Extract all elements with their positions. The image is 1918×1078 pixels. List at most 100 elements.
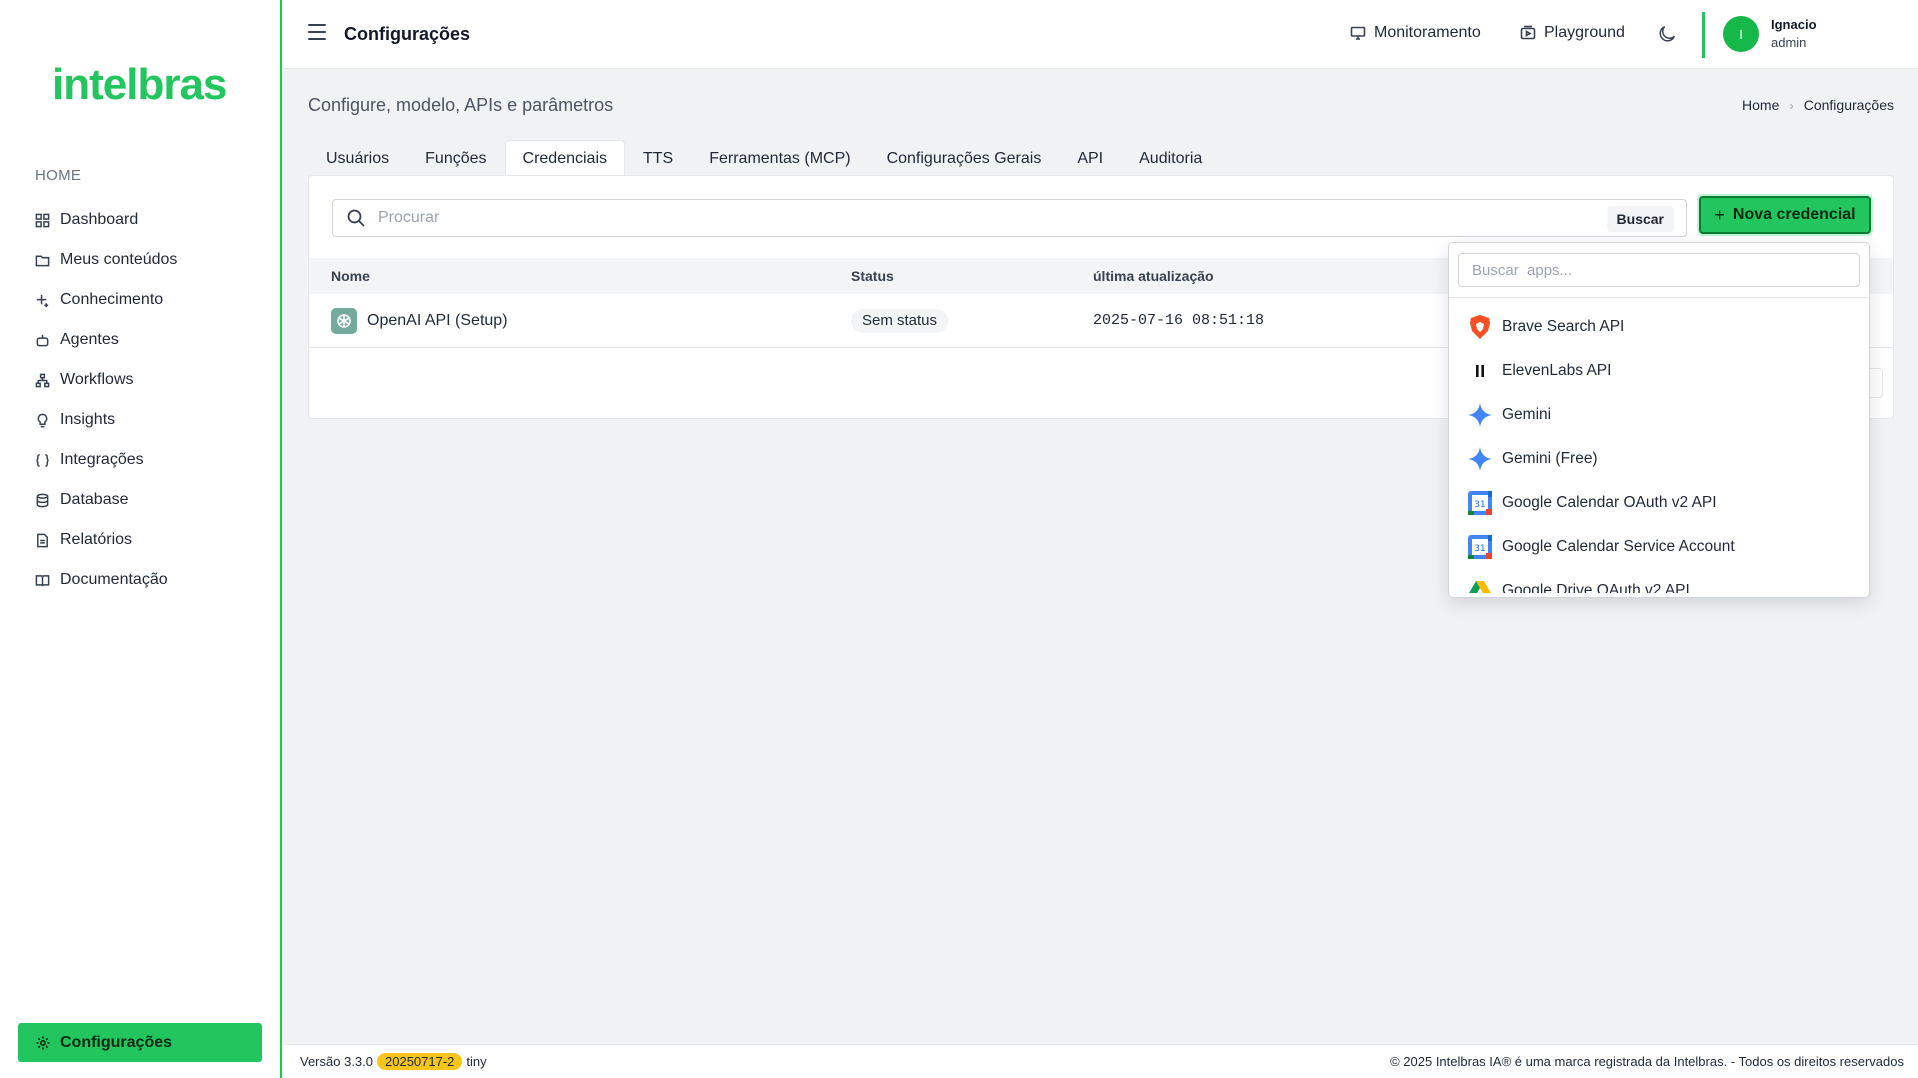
dropdown-divider bbox=[1449, 297, 1869, 298]
credentials-search: Buscar bbox=[332, 199, 1687, 237]
credential-name-cell: OpenAI API (Setup) bbox=[331, 307, 508, 334]
dark-mode-toggle[interactable] bbox=[1656, 23, 1678, 50]
nav-section-label: HOME bbox=[35, 167, 82, 184]
app-option-brave-search[interactable]: Brave Search API bbox=[1449, 305, 1844, 349]
dashboard-icon bbox=[34, 212, 50, 228]
build-variant: tiny bbox=[466, 1054, 487, 1069]
status-badge: Sem status bbox=[851, 308, 949, 333]
avatar[interactable]: I bbox=[1723, 16, 1759, 52]
tab-usuarios[interactable]: Usuários bbox=[308, 140, 407, 176]
lightbulb-icon bbox=[34, 412, 50, 428]
page-subtitle: Configure, modelo, APIs e parâmetros bbox=[308, 95, 614, 115]
sidebar-item-label: Meus conteúdos bbox=[60, 251, 178, 268]
tab-ferramentas-mcp[interactable]: Ferramentas (MCP) bbox=[691, 140, 868, 176]
sidebar-item-label: Documentação bbox=[60, 571, 168, 588]
page-title: Configurações bbox=[344, 24, 471, 44]
column-header-name[interactable]: Nome bbox=[331, 268, 370, 284]
monitor-icon bbox=[1350, 26, 1366, 40]
user-name: Ignacio bbox=[1771, 17, 1817, 32]
svg-text:31: 31 bbox=[1474, 544, 1485, 554]
app-option-gemini-free[interactable]: Gemini (Free) bbox=[1449, 437, 1844, 481]
workflow-icon bbox=[34, 372, 50, 388]
app-option-elevenlabs[interactable]: ElevenLabs API bbox=[1449, 349, 1844, 393]
breadcrumb-current: Configurações bbox=[1803, 97, 1894, 113]
sparkle-icon bbox=[34, 292, 50, 308]
tab-api[interactable]: API bbox=[1059, 140, 1121, 176]
sidebar-item-label: Dashboard bbox=[60, 211, 139, 228]
play-icon bbox=[1520, 25, 1536, 40]
header-divider bbox=[1702, 12, 1705, 58]
app-search-input[interactable] bbox=[1458, 253, 1860, 287]
sidebar-item-label: Relatórios bbox=[60, 531, 133, 548]
tab-funcoes[interactable]: Funções bbox=[407, 140, 504, 176]
app-option-gemini[interactable]: Gemini bbox=[1449, 393, 1844, 437]
brave-icon bbox=[1467, 314, 1493, 340]
new-credential-label: Nova credencial bbox=[1732, 206, 1856, 223]
sidebar-item-insights[interactable]: Insights bbox=[34, 400, 264, 440]
version-label: Versão 3.3.0 bbox=[300, 1054, 373, 1069]
sidebar-item-label: Workflows bbox=[60, 371, 134, 388]
openai-icon bbox=[331, 307, 357, 334]
sidebar-item-agentes[interactable]: Agentes bbox=[34, 320, 264, 360]
app-option-label: Google Calendar Service Account bbox=[1502, 538, 1735, 555]
column-header-status[interactable]: Status bbox=[851, 268, 894, 284]
playground-label: Playground bbox=[1544, 24, 1625, 41]
gemini-icon bbox=[1467, 402, 1493, 428]
tab-credenciais[interactable]: Credenciais bbox=[504, 140, 625, 176]
app-option-label: Brave Search API bbox=[1502, 318, 1625, 335]
google-drive-icon bbox=[1467, 578, 1493, 593]
app-option-label: Gemini bbox=[1502, 406, 1552, 423]
database-icon bbox=[34, 492, 50, 508]
copyright: © 2025 Intelbras IA® é uma marca registr… bbox=[1390, 1054, 1904, 1069]
tab-configuracoes-gerais[interactable]: Configurações Gerais bbox=[869, 140, 1060, 176]
app-option-label: Gemini (Free) bbox=[1502, 450, 1598, 467]
sidebar-item-label: Configurações bbox=[60, 1033, 173, 1051]
menu-toggle-icon[interactable] bbox=[308, 24, 326, 40]
app-option-label: Google Drive OAuth v2 API bbox=[1502, 582, 1690, 593]
braces-icon bbox=[34, 452, 50, 468]
sidebar-item-label: Integrações bbox=[60, 451, 144, 468]
sidebar-item-configuracoes[interactable]: Configurações bbox=[18, 1023, 262, 1062]
robot-icon bbox=[34, 332, 50, 348]
sidebar-item-integracoes[interactable]: Integrações bbox=[34, 440, 264, 480]
sidebar-item-label: Agentes bbox=[60, 331, 119, 348]
app-option-label: ElevenLabs API bbox=[1502, 362, 1612, 379]
sidebar-item-database[interactable]: Database bbox=[34, 480, 264, 520]
google-calendar-icon: 31 bbox=[1467, 534, 1493, 560]
sidebar-item-documentacao[interactable]: Documentação bbox=[34, 560, 264, 600]
monitoramento-label: Monitoramento bbox=[1374, 24, 1481, 41]
search-button[interactable]: Buscar bbox=[1606, 206, 1674, 232]
sidebar-item-dashboard[interactable]: Dashboard bbox=[34, 200, 264, 240]
breadcrumb-home[interactable]: Home bbox=[1742, 97, 1779, 113]
svg-text:31: 31 bbox=[1474, 500, 1485, 510]
sidebar-item-label: Database bbox=[60, 491, 129, 508]
monitoramento-link[interactable]: Monitoramento bbox=[1350, 24, 1481, 42]
plus-icon: + bbox=[1714, 204, 1725, 225]
breadcrumb: Home › Configurações bbox=[1742, 97, 1894, 113]
new-credential-button[interactable]: + Nova credencial bbox=[1699, 196, 1871, 234]
gear-icon bbox=[36, 1036, 50, 1049]
folder-icon bbox=[34, 252, 50, 268]
chevron-right-icon: › bbox=[1789, 97, 1794, 113]
app-list: Brave Search API ElevenLabs API Gemini G… bbox=[1449, 305, 1844, 593]
search-icon bbox=[347, 209, 365, 227]
sidebar-item-label: Conhecimento bbox=[60, 291, 164, 308]
credential-name: OpenAI API (Setup) bbox=[367, 311, 508, 329]
sidebar-item-relatorios[interactable]: Relatórios bbox=[34, 520, 264, 560]
report-icon bbox=[34, 532, 50, 548]
app-option-google-calendar-service[interactable]: 31 Google Calendar Service Account bbox=[1449, 525, 1844, 569]
app-option-google-drive-oauth[interactable]: Google Drive OAuth v2 API bbox=[1449, 569, 1844, 593]
column-header-updated[interactable]: última atualização bbox=[1093, 268, 1214, 284]
app-option-google-calendar-oauth[interactable]: 31 Google Calendar OAuth v2 API bbox=[1449, 481, 1844, 525]
sidebar-item-meus-conteudos[interactable]: Meus conteúdos bbox=[34, 240, 264, 280]
version-info: Versão 3.3.0 20250717-2 tiny bbox=[300, 1053, 487, 1070]
sidebar-item-workflows[interactable]: Workflows bbox=[34, 360, 264, 400]
gemini-icon bbox=[1467, 446, 1493, 472]
search-input[interactable] bbox=[378, 209, 1686, 227]
intelbras-logo[interactable]: intelbras bbox=[52, 60, 227, 110]
sidebar-item-conhecimento[interactable]: Conhecimento bbox=[34, 280, 264, 320]
playground-link[interactable]: Playground bbox=[1520, 24, 1625, 42]
user-role: admin bbox=[1771, 35, 1807, 50]
tab-tts[interactable]: TTS bbox=[625, 140, 691, 176]
tab-auditoria[interactable]: Auditoria bbox=[1121, 140, 1220, 176]
